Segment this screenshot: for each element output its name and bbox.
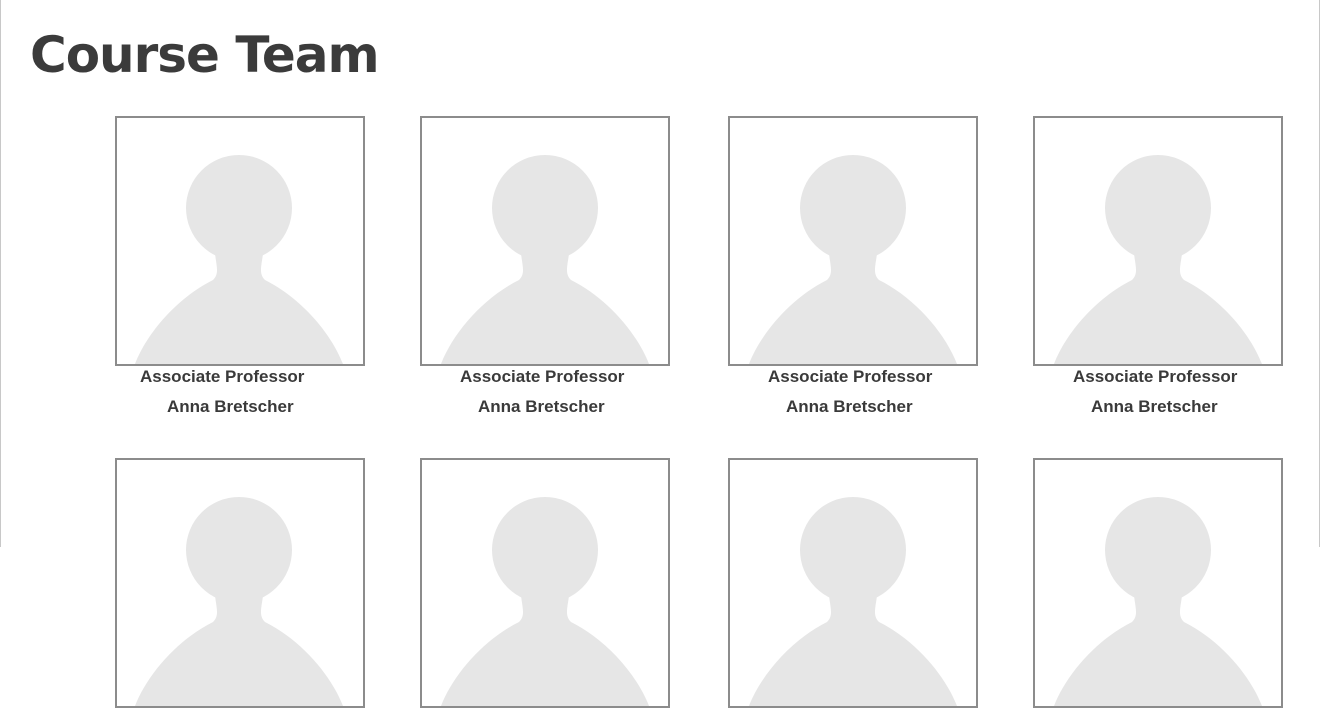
- person-placeholder-icon: [1054, 497, 1262, 706]
- team-member-card[interactable]: [728, 458, 978, 708]
- member-name[interactable]: Anna Bretscher: [1091, 396, 1218, 418]
- member-photo[interactable]: [115, 116, 365, 366]
- member-role: Associate Professor: [1073, 367, 1238, 386]
- person-placeholder-icon: [1054, 155, 1262, 364]
- member-name[interactable]: Anna Bretscher: [786, 396, 913, 418]
- member-photo[interactable]: [728, 116, 978, 366]
- member-role: Associate Professor: [460, 367, 625, 386]
- member-name[interactable]: Anna Bretscher: [478, 396, 605, 418]
- member-photo[interactable]: [1033, 458, 1283, 708]
- member-photo[interactable]: [1033, 116, 1283, 366]
- person-placeholder-icon: [749, 497, 957, 706]
- team-member-card[interactable]: [115, 458, 365, 708]
- member-role: Associate Professor: [140, 367, 305, 386]
- team-member-card[interactable]: Associate Professor Anna Bretscher: [728, 116, 978, 416]
- team-member-card[interactable]: [1033, 458, 1283, 708]
- member-name[interactable]: Anna Bretscher: [167, 396, 294, 418]
- member-role: Associate Professor: [768, 367, 933, 386]
- person-placeholder-icon: [441, 497, 649, 706]
- person-placeholder-icon: [441, 155, 649, 364]
- person-placeholder-icon: [135, 155, 343, 364]
- person-placeholder-icon: [135, 497, 343, 706]
- page-title: Course Team: [30, 26, 380, 84]
- member-photo[interactable]: [420, 116, 670, 366]
- team-member-card[interactable]: Associate Professor Anna Bretscher: [1033, 116, 1283, 416]
- team-member-card[interactable]: Associate Professor Anna Bretscher: [115, 116, 365, 416]
- member-photo[interactable]: [728, 458, 978, 708]
- team-member-card[interactable]: [420, 458, 670, 708]
- content-frame: Course Team Associate Professor Anna Bre…: [0, 0, 1320, 708]
- team-member-card[interactable]: Associate Professor Anna Bretscher: [420, 116, 670, 416]
- member-photo[interactable]: [115, 458, 365, 708]
- member-photo[interactable]: [420, 458, 670, 708]
- person-placeholder-icon: [749, 155, 957, 364]
